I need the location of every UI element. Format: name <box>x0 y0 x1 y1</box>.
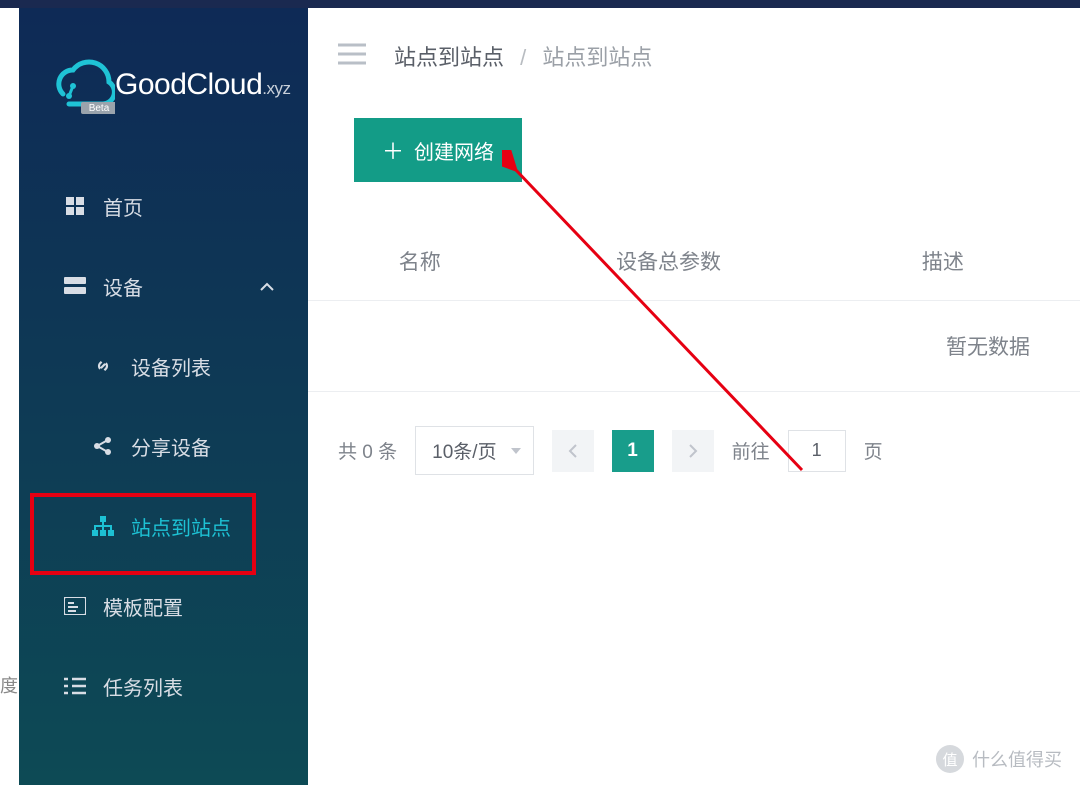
breadcrumb-parent[interactable]: 站点到站点 <box>394 45 504 70</box>
svg-text:Beta: Beta <box>89 103 110 114</box>
sidebar-item-share-device[interactable]: 分享设备 <box>19 406 308 486</box>
sidebar-label-site-to-site: 站点到站点 <box>131 512 231 541</box>
breadcrumb-current: 站点到站点 <box>542 45 652 70</box>
create-network-label: 创建网络 <box>414 136 494 165</box>
plus-icon: ＋ <box>382 134 404 166</box>
breadcrumb-separator: / <box>520 45 526 70</box>
cloud-logo-icon: Beta <box>43 56 115 114</box>
col-device-params: 设备总参数 <box>531 222 805 300</box>
pager-goto-label: 前往 <box>732 437 770 464</box>
template-icon <box>63 597 87 615</box>
page-size-select[interactable]: 10条/页 <box>415 426 533 475</box>
sidebar-label-share-device: 分享设备 <box>131 432 211 461</box>
watermark-text: 什么值得买 <box>972 746 1062 772</box>
sidebar-item-device[interactable]: 设备 <box>19 246 308 326</box>
sidebar-item-home[interactable]: 首页 <box>19 166 308 246</box>
main-content: 站点到站点 / 站点到站点 ＋ 创建网络 名称 设备总参数 描述 暂无数据 共 … <box>308 8 1080 785</box>
sidebar-item-tasks[interactable]: 任务列表 <box>19 646 308 726</box>
sidebar-label-home: 首页 <box>103 192 143 221</box>
pagination: 共 0 条 10条/页 1 前往 页 <box>308 392 1080 475</box>
device-icon <box>63 277 87 295</box>
watermark-badge-icon: 值 <box>936 745 964 773</box>
breadcrumb: 站点到站点 / 站点到站点 <box>394 40 652 72</box>
sidebar-label-template: 模板配置 <box>103 592 183 621</box>
logo[interactable]: Beta GoodCloud.xyz <box>19 8 308 146</box>
create-network-button[interactable]: ＋ 创建网络 <box>354 118 522 182</box>
pager-page-word: 页 <box>864 437 883 464</box>
share-icon <box>91 436 115 456</box>
watermark: 值 什么值得买 <box>936 745 1062 773</box>
empty-state: 暂无数据 <box>308 301 1080 392</box>
data-table: 名称 设备总参数 描述 暂无数据 <box>308 222 1080 392</box>
sidebar-label-tasks: 任务列表 <box>103 672 183 701</box>
pager-total: 共 0 条 <box>338 437 397 464</box>
sidebar-item-device-list[interactable]: 设备列表 <box>19 326 308 406</box>
sidebar-item-template[interactable]: 模板配置 <box>19 566 308 646</box>
pager-next[interactable] <box>672 430 714 472</box>
sidebar-label-device: 设备 <box>103 272 143 301</box>
hamburger-icon[interactable] <box>338 43 366 70</box>
home-icon <box>63 196 87 216</box>
col-name: 名称 <box>308 222 531 300</box>
sidebar-item-site-to-site[interactable]: 站点到站点 <box>19 486 308 566</box>
sidebar-label-device-list: 设备列表 <box>131 352 211 381</box>
tasks-icon <box>63 677 87 695</box>
link-icon <box>91 356 115 376</box>
sitemap-icon <box>91 516 115 536</box>
logo-text: GoodCloud.xyz <box>115 68 291 102</box>
pager-page-1[interactable]: 1 <box>612 430 654 472</box>
col-desc: 描述 <box>806 222 1080 300</box>
sidebar: Beta GoodCloud.xyz 首页 设备 设备列表 <box>19 8 308 785</box>
pager-goto-input[interactable] <box>788 430 846 472</box>
pager-prev[interactable] <box>552 430 594 472</box>
chevron-up-icon <box>260 275 274 298</box>
